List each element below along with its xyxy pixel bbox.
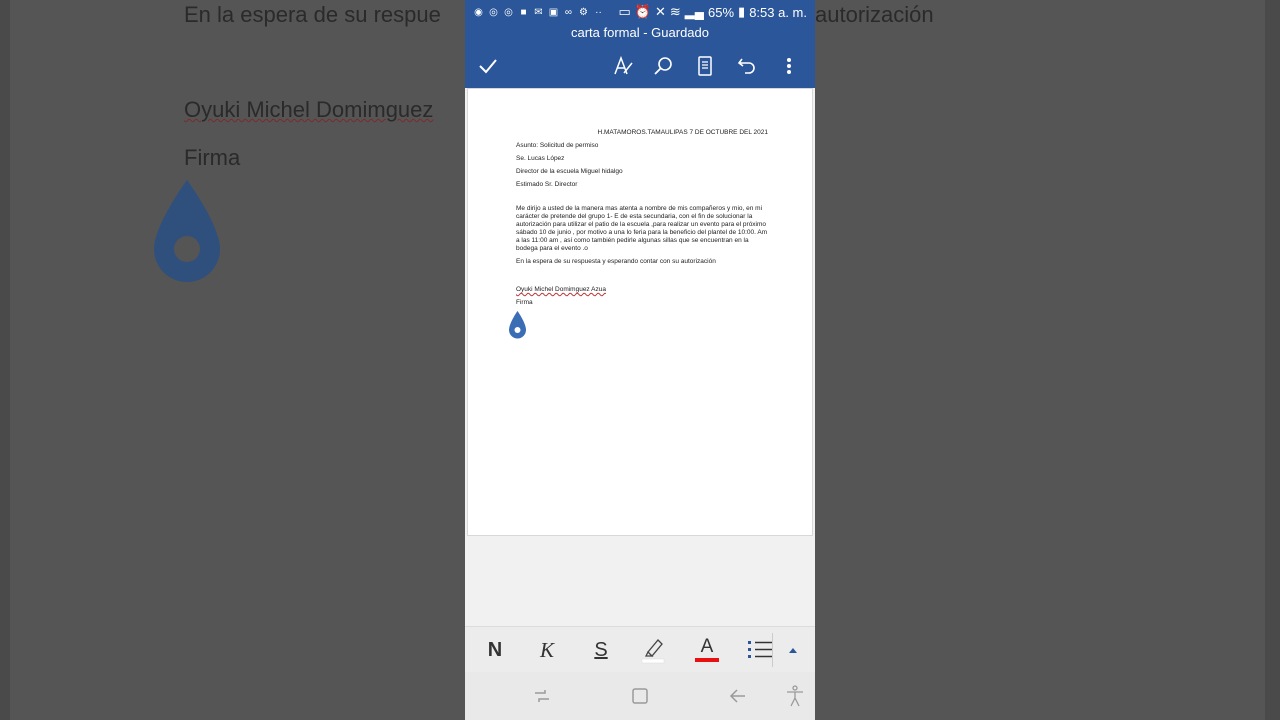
pen-icon bbox=[614, 55, 633, 75]
document-page[interactable]: H.MATAMOROS.TAMAULIPAS 7 DE OCTUBRE DEL … bbox=[467, 88, 813, 536]
settings-icon: ⚙ bbox=[579, 6, 588, 18]
record-icon: ◉ bbox=[474, 6, 483, 18]
search-button[interactable] bbox=[651, 54, 675, 78]
wifi-icon: ≋ bbox=[669, 4, 681, 19]
font-color-letter: A bbox=[700, 636, 714, 657]
document-body[interactable]: H.MATAMOROS.TAMAULIPAS 7 DE OCTUBRE DEL … bbox=[516, 129, 768, 312]
image-icon: ▣ bbox=[548, 6, 559, 18]
doc-body: Me dirijo a usted de la manera mas atent… bbox=[516, 205, 768, 252]
doc-signer: Oyuki Michel Domimguez Azua bbox=[516, 286, 606, 293]
highlight-button[interactable] bbox=[638, 635, 668, 665]
format-bar: N K S A bbox=[465, 626, 815, 672]
mobile-view-button[interactable] bbox=[693, 54, 717, 78]
background-signature: Firma bbox=[184, 145, 241, 170]
gmail-icon: ✉ bbox=[534, 6, 543, 18]
messenger-icon: ◎ bbox=[504, 6, 513, 18]
background-signer: Oyuki Michel Domimguez bbox=[184, 97, 434, 122]
done-button[interactable] bbox=[476, 54, 500, 78]
more-vert-icon bbox=[787, 58, 791, 74]
format-button[interactable] bbox=[611, 54, 635, 78]
background-page-right bbox=[815, 0, 1265, 720]
signal-icon: ▂▄ bbox=[684, 4, 704, 19]
background-text-line1-right: autorización bbox=[815, 2, 934, 27]
document-canvas[interactable]: H.MATAMOROS.TAMAULIPAS 7 DE OCTUBRE DEL … bbox=[465, 88, 815, 626]
home-square-icon bbox=[632, 688, 648, 704]
doc-role: Director de la escuela Miguel hidalgo bbox=[516, 168, 623, 175]
doc-recipient: Se. Lucas López bbox=[516, 155, 565, 162]
phone-screen: ◉ ◎ ◎ ■ ✉ ▣ ∞ ⚙ ·· ▭ ⏰ ✕ ≋ ▂▄ 65% ▮ 8:53… bbox=[465, 0, 815, 720]
background-text-line1: En la espera de su respue bbox=[184, 2, 441, 27]
cast-icon: ▭ bbox=[618, 4, 631, 19]
undo-icon bbox=[737, 58, 755, 74]
underline-button[interactable]: S bbox=[586, 635, 616, 665]
accessibility-icon bbox=[787, 685, 803, 707]
divider bbox=[772, 633, 773, 667]
undo-button[interactable] bbox=[735, 54, 759, 78]
doc-signature: Firma bbox=[516, 299, 533, 306]
navigation-bar bbox=[465, 672, 815, 720]
doc-date: H.MATAMOROS.TAMAULIPAS 7 DE OCTUBRE DEL … bbox=[597, 129, 768, 136]
font-color-button[interactable]: A bbox=[692, 635, 722, 665]
app-bar: ◉ ◎ ◎ ■ ✉ ▣ ∞ ⚙ ·· ▭ ⏰ ✕ ≋ ▂▄ 65% ▮ 8:53… bbox=[465, 0, 815, 88]
system-status: ▭ ⏰ ✕ ≋ ▂▄ 65% ▮ 8:53 a. m. bbox=[618, 4, 807, 20]
list-button[interactable] bbox=[745, 635, 775, 665]
toolbar bbox=[465, 50, 815, 82]
back-button[interactable] bbox=[726, 684, 750, 708]
document-title: carta formal - Guardado bbox=[570, 25, 709, 40]
cursor-handle-icon[interactable] bbox=[509, 311, 526, 339]
recents-icon bbox=[535, 690, 549, 702]
more-options-button[interactable] bbox=[777, 54, 801, 78]
background-left: En la espera de su respue Oyuki Michel D… bbox=[0, 0, 465, 720]
video-icon: ■ bbox=[520, 6, 527, 18]
status-bar: ◉ ◎ ◎ ■ ✉ ▣ ∞ ⚙ ·· ▭ ⏰ ✕ ≋ ▂▄ 65% ▮ 8:53… bbox=[465, 0, 815, 24]
search-icon bbox=[654, 57, 672, 75]
background-drop-icon bbox=[154, 180, 220, 282]
triangle-up-icon bbox=[789, 648, 797, 653]
messenger-icon: ◎ bbox=[489, 6, 498, 18]
home-button[interactable] bbox=[628, 684, 652, 708]
doc-greeting: Estimado Sr. Director bbox=[516, 181, 578, 188]
checkmark-icon bbox=[479, 59, 497, 74]
bold-button[interactable]: N bbox=[480, 635, 510, 665]
alarm-icon: ⏰ bbox=[634, 4, 651, 19]
mute-icon: ✕ bbox=[654, 4, 666, 19]
clock: 8:53 a. m. bbox=[749, 4, 807, 20]
doc-subject: Asunto: Solicitud de permiso bbox=[516, 142, 599, 149]
battery-icon: ▮ bbox=[738, 4, 746, 19]
more-notifications-icon: ·· bbox=[595, 6, 602, 18]
italic-button[interactable]: K bbox=[532, 635, 562, 665]
background-right: autorización bbox=[815, 0, 1280, 720]
doc-closing: En la espera de su respuesta y esperando… bbox=[516, 258, 716, 265]
bullet-list-icon bbox=[748, 641, 772, 658]
battery-level: 65% bbox=[708, 4, 735, 20]
voicemail-icon: ∞ bbox=[564, 6, 573, 18]
notification-icons: ◉ ◎ ◎ ■ ✉ ▣ ∞ ⚙ ·· bbox=[473, 7, 604, 18]
recent-apps-button[interactable] bbox=[530, 684, 554, 708]
back-arrow-icon bbox=[729, 689, 745, 703]
highlighter-icon bbox=[641, 639, 665, 664]
font-color-swatch bbox=[695, 658, 719, 662]
mobile-view-icon bbox=[698, 56, 712, 76]
expand-ribbon-button[interactable] bbox=[778, 635, 808, 665]
accessibility-button[interactable] bbox=[783, 684, 807, 708]
